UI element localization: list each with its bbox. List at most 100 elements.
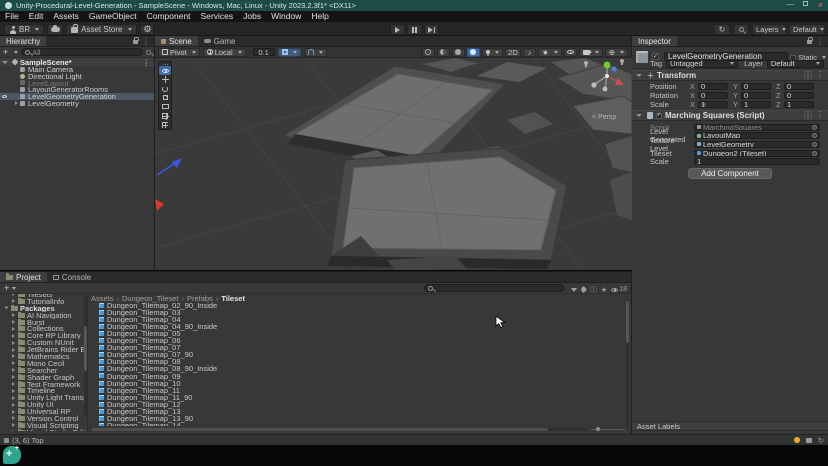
scale-tool-button[interactable] [159,93,171,102]
scene-visibility-toggle[interactable] [564,48,577,57]
expander-icon[interactable] [12,348,15,352]
camera-settings-dropdown[interactable] [579,48,603,57]
tab-hierarchy[interactable]: Hierarchy [0,36,46,46]
snap-toggle[interactable] [304,48,327,57]
object-picker-icon[interactable] [812,151,817,156]
layer-dropdown[interactable]: Default [767,60,824,68]
folder-row[interactable]: Core RP Library [0,332,87,339]
lock-icon[interactable] [133,40,138,44]
folder-row[interactable]: Custom NUnit [0,339,87,346]
transform-component-header[interactable]: Transform ⓘ⋮ [632,70,828,81]
tab-scene[interactable]: Scene [155,36,198,46]
create-asset-button[interactable]: + [4,283,9,293]
visibility-eye-icon[interactable] [2,95,7,98]
object-field[interactable]: Dungeon2 (Tileset) [694,150,820,157]
expander-icon[interactable] [12,410,15,414]
shading-mode-wireframe[interactable] [437,48,450,57]
2d-mode-toggle[interactable]: 2D [505,48,521,57]
object-field[interactable]: 1 [694,158,820,165]
folder-row[interactable]: Timeline [0,387,87,394]
layout-dropdown[interactable]: Default [789,24,825,35]
expander-icon[interactable] [12,423,15,427]
expander-icon[interactable] [5,307,9,310]
folder-row[interactable]: Version Control [0,415,87,422]
undo-history-button[interactable]: ↻ [714,24,730,35]
folder-row[interactable]: Shader Graph [0,374,87,381]
folder-row[interactable]: JetBrains Rider Editor [0,346,87,353]
folder-row[interactable]: Universal RP [0,408,87,415]
expander-icon[interactable] [12,334,15,338]
menu-item[interactable]: Help [306,11,333,22]
folder-row[interactable]: AI Navigation [0,312,87,319]
project-search-input[interactable] [424,284,564,292]
file-row[interactable]: Dungeon_Tilemap_14 [89,422,623,426]
tab-project[interactable]: Project [0,272,47,282]
hidden-packages-toggle[interactable]: 18 [611,286,627,293]
cloud-button[interactable] [47,24,63,35]
search-pick-icon[interactable] [146,50,151,55]
rotate-tool-button[interactable] [159,84,171,93]
pause-button[interactable] [407,24,422,35]
folder-scrollbar[interactable] [84,296,87,416]
folder-row[interactable]: Unity UI [0,401,87,408]
audio-toggle[interactable]: ♪ [523,48,536,57]
z-value-field[interactable]: 0 [784,92,814,99]
expander-icon[interactable] [12,294,15,296]
folder-row[interactable]: Packages [0,305,87,312]
expander-icon[interactable] [12,416,15,420]
menu-item[interactable]: Assets [48,11,84,22]
expander-icon[interactable] [12,327,15,331]
y-value-field[interactable]: 0 [741,83,771,90]
minimize-icon[interactable]: — [786,0,794,10]
scrollbar-thumb[interactable] [91,428,548,431]
icon-size-slider[interactable] [591,427,625,431]
shading-mode-lit[interactable] [467,48,480,57]
transform-tool-button[interactable] [159,111,171,120]
folder-row[interactable]: Searcher [0,367,87,374]
menu-item[interactable]: File [0,11,24,22]
expander-icon[interactable] [12,341,15,345]
create-button[interactable]: + [3,47,8,57]
settings-button[interactable]: ⚙ [140,24,154,35]
foldout-open-icon[interactable] [636,74,642,77]
object-picker-icon[interactable] [812,133,817,138]
folder-row[interactable]: Test Framework [0,381,87,388]
asset-labels-bar[interactable]: Asset Labels [632,421,828,431]
expander-icon[interactable] [12,389,15,393]
hierarchy-item-row[interactable]: Directional Light [0,73,154,80]
x-value-field[interactable]: 0 [698,92,728,99]
expander-icon[interactable] [12,382,15,386]
expander-icon[interactable] [12,403,15,407]
lock-icon[interactable] [807,40,812,44]
folder-row[interactable]: Visual Studio Editor [0,429,87,431]
expander-icon[interactable] [12,430,15,431]
move-tool-button[interactable] [159,75,171,84]
kebab-menu-icon[interactable]: ⋮ [142,37,150,46]
expander-icon[interactable] [12,313,15,317]
expander-icon[interactable] [12,354,15,358]
scene-viewport[interactable]: < Persp [155,58,632,270]
y-value-field[interactable]: 0 [741,92,771,99]
file-list-scrollbar[interactable] [626,299,629,427]
hierarchy-search-input[interactable]: All [21,48,143,56]
grid-snap-tool-button[interactable] [159,120,171,129]
view-tool-button[interactable] [159,66,171,75]
maximize-icon[interactable] [803,1,808,6]
kebab-menu-icon[interactable]: ⋮ [816,70,824,81]
gizmos-dropdown[interactable]: ⊕ [605,48,628,57]
shading-mode-shaded[interactable] [422,48,435,57]
help-icon[interactable]: ⓘ [804,70,812,81]
expander-icon[interactable] [12,361,15,365]
menu-item[interactable]: Window [266,11,306,22]
info-icon[interactable]: ⓘ [590,285,597,295]
x-value-field[interactable]: 0 [698,83,728,90]
foldout-open-icon[interactable] [636,114,642,117]
folder-row[interactable]: Unity Light Transport Libr [0,394,87,401]
kebab-menu-icon[interactable]: ⋮ [816,110,824,121]
expander-icon[interactable] [12,299,15,303]
asset-store-button[interactable]: Asset Store [66,24,137,35]
link-icon[interactable]: ∞ [702,102,706,108]
object-field[interactable]: LayoutMap [694,132,820,139]
collab-warning-icon[interactable] [794,437,800,443]
chevron-down-icon[interactable] [14,51,18,54]
